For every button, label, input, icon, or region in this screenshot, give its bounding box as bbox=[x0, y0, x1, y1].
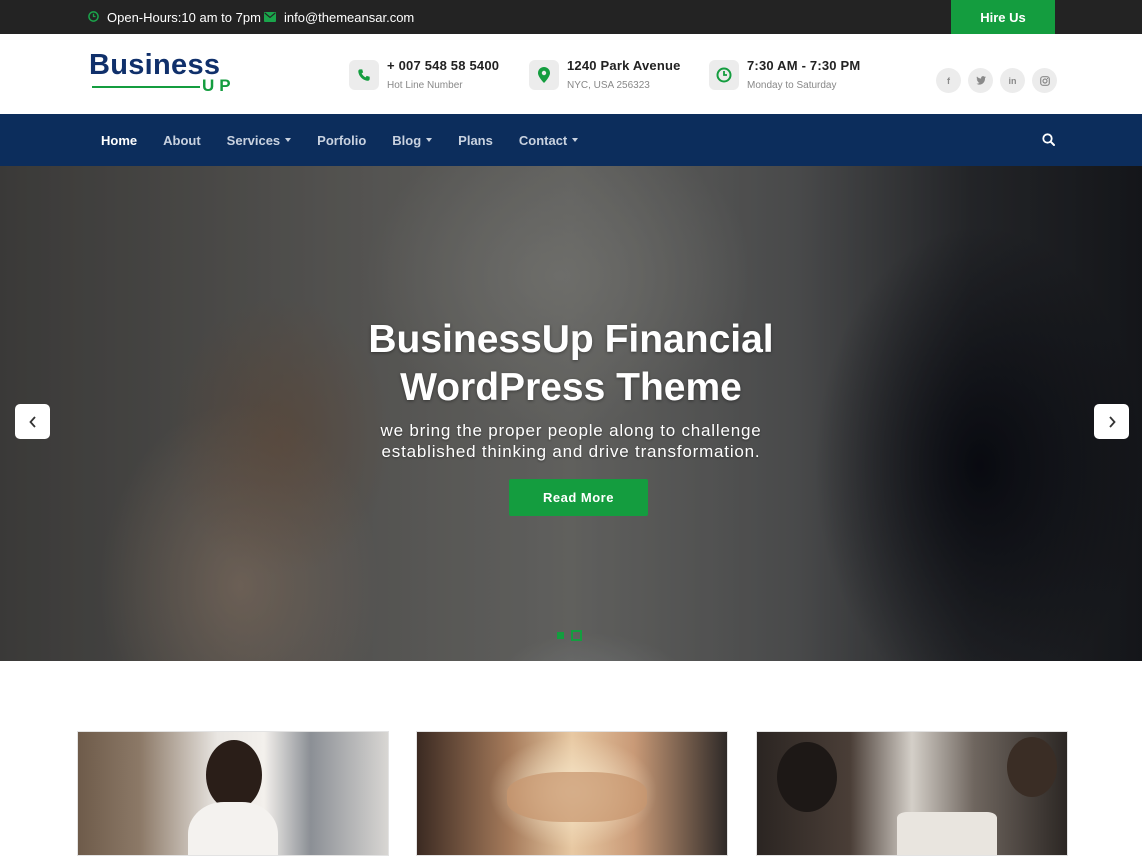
nav-item-plans[interactable]: Plans bbox=[445, 133, 506, 148]
slider-pagination bbox=[557, 630, 582, 641]
nav-item-porfolio[interactable]: Porfolio bbox=[304, 133, 379, 148]
clock-icon bbox=[709, 60, 739, 90]
social-links: f in bbox=[936, 68, 1057, 93]
map-pin-icon bbox=[529, 60, 559, 90]
contact-address-street: 1240 Park Avenue bbox=[567, 58, 681, 73]
read-more-button[interactable]: Read More bbox=[509, 479, 648, 516]
email-link[interactable]: info@themeansar.com bbox=[264, 0, 414, 34]
contact-address-city: NYC, USA 256323 bbox=[567, 80, 650, 91]
hero-title-line-1: BusinessUp Financial bbox=[368, 318, 774, 361]
hero-overlay bbox=[0, 166, 1142, 661]
hero-subtitle-line-1: we bring the proper people along to chal… bbox=[380, 421, 762, 440]
nav-item-contact[interactable]: Contact bbox=[506, 133, 591, 148]
contact-phone-number[interactable]: + 007 548 58 5400 bbox=[387, 58, 499, 73]
card-photo-figure bbox=[206, 740, 262, 810]
card-photo-figure bbox=[897, 812, 997, 855]
nav-item-label: Services bbox=[226, 132, 281, 148]
nav-item-label: About bbox=[163, 132, 201, 148]
nav-item-about[interactable]: About bbox=[150, 133, 214, 148]
hero-subtitle: we bring the proper people along to chal… bbox=[0, 420, 1142, 462]
slider-dot-2[interactable] bbox=[571, 630, 582, 641]
nav-item-services[interactable]: Services bbox=[214, 133, 305, 148]
instagram-icon[interactable] bbox=[1032, 68, 1057, 93]
nav-item-label: Home bbox=[101, 132, 138, 148]
hire-us-button[interactable]: Hire Us bbox=[951, 0, 1055, 34]
nav-item-label: Porfolio bbox=[317, 132, 367, 148]
hero-title-line-2: WordPress Theme bbox=[400, 366, 742, 409]
nav-item-label: Contact bbox=[518, 132, 568, 148]
hero-title: BusinessUp Financial WordPress Theme bbox=[0, 316, 1142, 412]
contact-hours: 7:30 AM - 7:30 PM Monday to Saturday bbox=[709, 56, 860, 91]
slider-dot-1[interactable] bbox=[557, 632, 564, 639]
nav-item-home[interactable]: Home bbox=[88, 133, 150, 148]
caret-down-icon bbox=[285, 138, 292, 142]
email-text[interactable]: info@themeansar.com bbox=[284, 10, 414, 25]
caret-down-icon bbox=[572, 138, 579, 142]
contact-hours-time: 7:30 AM - 7:30 PM bbox=[747, 58, 861, 73]
nav-item-label: Plans bbox=[458, 132, 493, 148]
contact-hours-days: Monday to Saturday bbox=[747, 80, 837, 91]
slider-next-button[interactable] bbox=[1094, 404, 1129, 439]
contact-address: 1240 Park Avenue NYC, USA 256323 bbox=[529, 56, 681, 91]
contact-phone-label: Hot Line Number bbox=[387, 80, 463, 91]
facebook-icon[interactable]: f bbox=[936, 68, 961, 93]
nav-item-label: Blog bbox=[392, 132, 422, 148]
feature-card-image-1[interactable] bbox=[77, 731, 389, 856]
feature-card-image-2[interactable] bbox=[416, 731, 728, 856]
twitter-icon[interactable] bbox=[968, 68, 993, 93]
site-logo[interactable]: Business UP bbox=[89, 50, 239, 98]
linkedin-icon[interactable]: in bbox=[1000, 68, 1025, 93]
top-bar: Open-Hours:10 am to 7pm info@themeansar.… bbox=[0, 0, 1142, 34]
envelope-icon bbox=[264, 10, 276, 25]
main-navigation: Home About Services Porfolio Blog Plans … bbox=[0, 114, 1142, 166]
hero-subtitle-line-2: established thinking and drive transform… bbox=[381, 442, 761, 461]
clock-icon bbox=[88, 10, 99, 25]
hero-slider: BusinessUp Financial WordPress Theme we … bbox=[0, 166, 1142, 661]
phone-icon bbox=[349, 60, 379, 90]
chevron-left-icon bbox=[28, 415, 36, 428]
caret-down-icon bbox=[426, 138, 433, 142]
slider-prev-button[interactable] bbox=[15, 404, 50, 439]
search-icon[interactable] bbox=[1041, 132, 1057, 148]
opening-hours: Open-Hours:10 am to 7pm bbox=[88, 0, 261, 34]
logo-underline bbox=[92, 86, 200, 88]
site-header: Business UP + 007 548 58 5400 Hot Line N… bbox=[0, 34, 1142, 114]
chevron-right-icon bbox=[1108, 415, 1116, 428]
logo-sub-text: UP bbox=[202, 76, 236, 95]
card-photo-figure bbox=[507, 772, 647, 822]
card-photo-figure bbox=[1007, 737, 1057, 797]
feature-card-image-3[interactable] bbox=[756, 731, 1068, 856]
nav-item-blog[interactable]: Blog bbox=[379, 133, 445, 148]
card-photo-figure bbox=[188, 802, 278, 855]
card-photo-figure bbox=[777, 742, 837, 812]
contact-phone: + 007 548 58 5400 Hot Line Number bbox=[349, 56, 499, 91]
opening-hours-text: Open-Hours:10 am to 7pm bbox=[107, 9, 261, 25]
